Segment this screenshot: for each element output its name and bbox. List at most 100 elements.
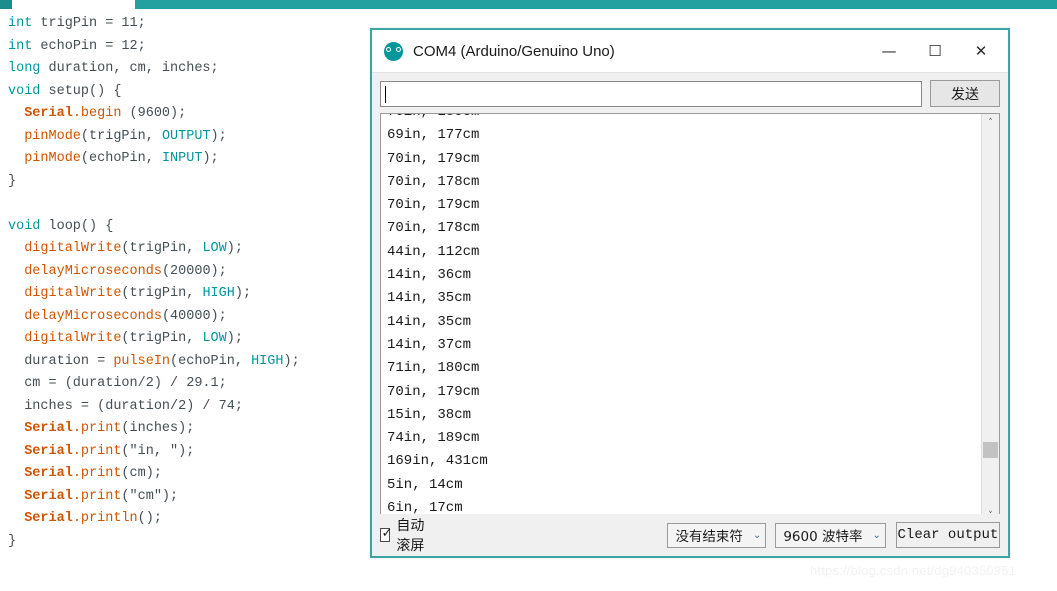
code-line: Serial.print("in, ");: [8, 441, 370, 464]
code-token: delayMicroseconds: [8, 263, 162, 279]
code-line: digitalWrite(trigPin, LOW);: [8, 238, 370, 261]
code-token: ("cm");: [121, 488, 179, 504]
code-token: HIGH: [202, 286, 235, 301]
window-controls: — ☐ ✕: [866, 30, 1004, 71]
code-line: Serial.print("cm");: [8, 486, 370, 509]
code-token: );: [234, 286, 252, 301]
serial-output-text[interactable]: 70in, 180cm 69in, 177cm 70in, 179cm 70in, 1…: [381, 114, 981, 524]
serial-output-line: 70in, 179cm: [387, 150, 480, 167]
serial-output-line: 5in, 14cm: [387, 476, 463, 493]
code-editor[interactable]: int trigPin = 11; int echoPin = 12; long d…: [0, 9, 370, 591]
serial-output-scrollbar[interactable]: ˄ ˅: [981, 114, 999, 524]
code-line: Serial.begin (9600);: [8, 103, 370, 126]
code-token: int: [8, 16, 33, 31]
code-token: long: [8, 61, 41, 76]
code-token: Serial: [8, 421, 73, 436]
minimize-icon[interactable]: —: [866, 30, 912, 71]
code-token: (trigPin,: [121, 241, 203, 256]
serial-output-line: 44in, 112cm: [387, 243, 480, 260]
text-caret: [385, 85, 386, 103]
code-line: int echoPin = 12;: [8, 36, 370, 59]
code-token: pulseIn: [113, 353, 171, 369]
code-token: pinMode: [8, 128, 81, 144]
code-token: echoPin = 12;: [32, 38, 146, 54]
code-token: ();: [137, 511, 162, 526]
scrollbar-thumb[interactable]: [983, 442, 998, 458]
chevron-down-icon: ⌄: [872, 529, 881, 541]
code-token: pinMode: [8, 151, 81, 166]
code-line: duration = pulseIn(echoPin, HIGH);: [8, 351, 370, 374]
code-token: digitalWrite: [8, 331, 122, 346]
serial-output-line: 70in, 179cm: [387, 383, 480, 400]
code-line: delayMicroseconds(40000);: [8, 306, 370, 329]
code-line: digitalWrite(trigPin, HIGH);: [8, 283, 370, 306]
code-token: }: [8, 533, 17, 549]
code-token: .begin: [72, 106, 122, 121]
code-token: Serial: [8, 106, 73, 121]
code-token: loop() {: [40, 218, 114, 234]
code-token: (40000);: [161, 308, 227, 324]
window-title: COM4 (Arduino/Genuino Uno): [413, 42, 615, 60]
code-token: setup() {: [40, 83, 122, 99]
code-token: Serial: [8, 488, 73, 504]
send-button[interactable]: 发送: [930, 80, 1000, 107]
serial-output-line: 15in, 38cm: [387, 406, 472, 423]
send-row: 发送: [372, 73, 1008, 113]
code-line: delayMicroseconds(20000);: [8, 261, 370, 284]
code-line: digitalWrite(trigPin, LOW);: [8, 328, 370, 351]
serial-monitor-titlebar[interactable]: COM4 (Arduino/Genuino Uno) — ☐ ✕: [372, 30, 1008, 73]
code-token: Serial: [8, 443, 73, 459]
clear-output-button[interactable]: Clear output: [895, 522, 1000, 548]
code-token: trigPin = 11;: [32, 16, 146, 31]
code-token: .println: [72, 511, 138, 526]
code-line: Serial.println();: [8, 508, 370, 531]
autoscroll-label: 自动滚屏: [396, 518, 425, 554]
code-token: );: [283, 353, 300, 369]
code-token: int: [8, 38, 33, 54]
code-token: void: [8, 83, 41, 99]
autoscroll-checkbox[interactable]: 自动滚屏: [380, 515, 435, 555]
code-token: LOW: [202, 331, 227, 346]
code-token: digitalWrite: [8, 286, 122, 301]
code-line: Serial.print(inches);: [8, 418, 370, 441]
serial-output-line: 70in, 179cm: [387, 197, 480, 214]
code-line: void loop() {: [8, 216, 370, 239]
code-token: .print: [72, 421, 122, 436]
scroll-up-icon[interactable]: ˄: [982, 114, 999, 131]
code-token: duration =: [8, 353, 114, 369]
code-token: OUTPUT: [161, 128, 211, 144]
arduino-logo-icon: [384, 41, 403, 61]
code-token: (20000);: [161, 263, 227, 279]
checkbox-icon[interactable]: [380, 525, 393, 543]
watermark: https://blog.csdn.net/dg940350951: [810, 563, 1017, 578]
line-ending-dropdown[interactable]: 没有结束符 ⌄: [667, 522, 767, 548]
code-token: Serial: [8, 466, 73, 481]
serial-output-line: 70in, 178cm: [387, 220, 480, 237]
code-token: .print: [72, 443, 122, 459]
code-token: (cm);: [121, 466, 162, 481]
code-token: (echoPin,: [80, 151, 162, 166]
code-token: LOW: [202, 241, 227, 256]
send-input[interactable]: [380, 80, 922, 107]
code-line: inches = (duration/2) / 74;: [8, 396, 370, 419]
serial-output-line: 14in, 35cm: [387, 313, 472, 330]
maximize-icon[interactable]: ☐: [912, 30, 958, 71]
serial-output-line: 70in, 178cm: [387, 173, 480, 190]
code-line: int trigPin = 11;: [8, 13, 370, 36]
serial-output-line: 70in, 180cm: [387, 114, 981, 124]
serial-output-line: 69in, 177cm: [387, 127, 480, 144]
serial-output-line: 14in, 36cm: [387, 267, 472, 284]
baud-rate-dropdown[interactable]: 9600 波特率 ⌄: [775, 522, 886, 548]
code-line: pinMode(echoPin, INPUT);: [8, 148, 370, 171]
code-token: }: [8, 173, 17, 189]
code-token: (echoPin,: [170, 353, 252, 369]
close-icon[interactable]: ✕: [958, 30, 1004, 71]
code-token: (9600);: [121, 106, 187, 121]
code-token: delayMicroseconds: [8, 308, 162, 324]
serial-monitor-bottom-bar: 自动滚屏 没有结束符 ⌄ 9600 波特率 ⌄ Clear output: [372, 514, 1008, 556]
code-token: .print: [72, 488, 122, 504]
code-token: cm = (duration/2) / 29.1;: [8, 376, 227, 391]
line-ending-value: 没有结束符: [675, 529, 743, 545]
code-line: Serial.print(cm);: [8, 463, 370, 486]
